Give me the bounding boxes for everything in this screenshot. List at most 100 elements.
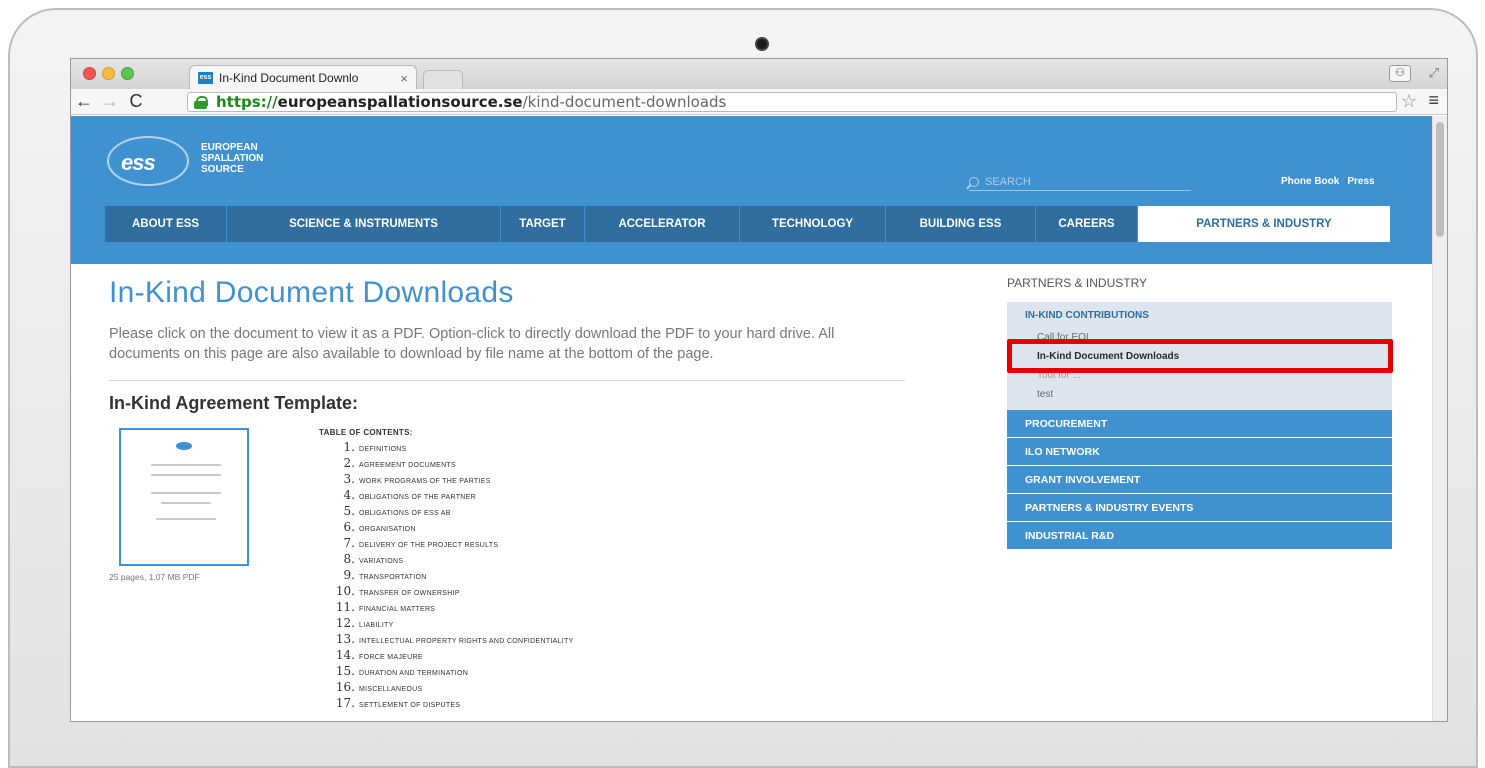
- toc-label: DEFINITIONS: [359, 446, 407, 453]
- section-title: In-Kind Agreement Template:: [109, 393, 359, 413]
- document-entry: 25 pages, 1.07 MB PDF TABLE OF CONTENTS:…: [109, 424, 909, 721]
- page-viewport: ess EUROPEAN SPALLATION SOURCE SEARCH Ph…: [71, 116, 1434, 721]
- browser-window: ess In-Kind Document Downlo × ⚇ ⤢ ← → C …: [70, 58, 1448, 722]
- site-search-input[interactable]: SEARCH: [969, 174, 1191, 191]
- toc-item: 5. OBLIGATIONS OF ESS AB: [319, 504, 739, 520]
- toc-label: LIABILITY: [359, 622, 394, 629]
- toc-item: 2. AGREEMENT DOCUMENTS: [319, 456, 739, 472]
- nav-science-instruments[interactable]: SCIENCE & INSTRUMENTS: [227, 206, 501, 242]
- nav-about-ess[interactable]: ABOUT ESS: [105, 206, 227, 242]
- press-link[interactable]: Press: [1347, 176, 1374, 187]
- toc-label: TRANSPORTATION: [359, 574, 427, 581]
- table-of-contents: TABLE OF CONTENTS: 1. DEFINITIONS 2. AGREEM…: [319, 428, 739, 712]
- toc-number: 11.: [335, 600, 355, 614]
- toc-item: 15. DURATION AND TERMINATION: [319, 664, 739, 680]
- toolbar: ← → C https:// europeanspallationsource.…: [71, 89, 1447, 115]
- thumbnail-line: [151, 474, 221, 476]
- logo-line: SOURCE: [201, 164, 244, 175]
- nav-partners-industry[interactable]: PARTNERS & INDUSTRY: [1138, 206, 1391, 242]
- toc-number: 15.: [335, 664, 355, 678]
- vertical-scrollbar[interactable]: [1432, 116, 1447, 721]
- toc-item: 13. INTELLECTUAL PROPERTY RIGHTS AND CONF…: [319, 632, 739, 648]
- hamburger-menu-icon[interactable]: ≡: [1428, 90, 1439, 111]
- search-icon: [969, 177, 979, 187]
- toc-label: DURATION AND TERMINATION: [359, 670, 469, 677]
- toc-label: AGREEMENT DOCUMENTS: [359, 462, 456, 469]
- browser-tab[interactable]: ess In-Kind Document Downlo ×: [189, 65, 417, 90]
- toc-label: ORGANISATION: [359, 526, 416, 533]
- sidebar-item-grant-involvement[interactable]: GRANT INVOLVEMENT: [1007, 466, 1392, 494]
- forward-button[interactable]: →: [97, 91, 123, 112]
- toc-number: 1.: [343, 440, 355, 454]
- divider: [109, 380, 905, 381]
- bookmark-star-icon[interactable]: ☆: [1401, 91, 1417, 112]
- toc-number: 6.: [343, 520, 355, 534]
- pdf-caption: 25 pages, 1.07 MB PDF: [109, 572, 200, 582]
- sidebar-item-events[interactable]: PARTNERS & INDUSTRY EVENTS: [1007, 494, 1392, 522]
- scrollbar-thumb[interactable]: [1436, 122, 1444, 237]
- toc-item: 14. FORCE MAJEURE: [319, 648, 739, 664]
- sidebar-heading: PARTNERS & INDUSTRY: [1007, 276, 1148, 290]
- profile-icon[interactable]: ⚇: [1389, 65, 1411, 82]
- toc-label: OBLIGATIONS OF THE PARTNER: [359, 494, 476, 501]
- toc-number: 7.: [343, 536, 355, 550]
- fullscreen-icon[interactable]: ⤢: [1429, 65, 1439, 81]
- highlight-box: [1007, 339, 1393, 373]
- sidebar-subitem-test[interactable]: test: [1007, 385, 1392, 404]
- nav-accelerator[interactable]: ACCELERATOR: [585, 206, 740, 242]
- toc-label: OBLIGATIONS OF ESS AB: [359, 510, 451, 517]
- address-bar[interactable]: https:// europeanspallationsource.se /ki…: [187, 92, 1397, 112]
- toc-number: 16.: [335, 680, 355, 694]
- toc-item: 1. DEFINITIONS: [319, 440, 739, 456]
- main-content: In-Kind Document Downloads Please click …: [109, 264, 909, 721]
- sidebar-item-industrial-rd[interactable]: INDUSTRIAL R&D: [1007, 522, 1392, 550]
- phone-book-link[interactable]: Phone Book: [1281, 176, 1339, 187]
- sidebar-item-ilo-network[interactable]: ILO NETWORK: [1007, 438, 1392, 466]
- toc-number: 13.: [335, 632, 355, 646]
- toc-number: 2.: [343, 456, 355, 470]
- toc-heading: TABLE OF CONTENTS:: [319, 428, 413, 437]
- thumbnail-line: [161, 502, 211, 504]
- tab-close-icon[interactable]: ×: [400, 71, 408, 86]
- webcam-icon: [755, 37, 769, 51]
- nav-target[interactable]: TARGET: [501, 206, 585, 242]
- toc-item: 17. SETTLEMENT OF DISPUTES: [319, 696, 739, 712]
- sidebar-item-in-kind-contributions[interactable]: IN-KIND CONTRIBUTIONS: [1007, 310, 1392, 328]
- url-path: /kind-document-downloads: [522, 93, 727, 111]
- sidebar-item-procurement[interactable]: PROCUREMENT: [1007, 410, 1392, 438]
- toc-label: MISCELLANEOUS: [359, 686, 423, 693]
- toc-item: 4. OBLIGATIONS OF THE PARTNER: [319, 488, 739, 504]
- toc-number: 8.: [343, 552, 355, 566]
- site-header: ess EUROPEAN SPALLATION SOURCE SEARCH Ph…: [71, 116, 1434, 264]
- toc-label: SETTLEMENT OF DISPUTES: [359, 702, 461, 709]
- toc-number: 10.: [335, 584, 355, 598]
- maximize-window-button[interactable]: [121, 67, 134, 80]
- toc-item: 9. TRANSPORTATION: [319, 568, 739, 584]
- reload-button[interactable]: C: [123, 91, 149, 112]
- toc-label: FORCE MAJEURE: [359, 654, 423, 661]
- toc-number: 17.: [335, 696, 355, 710]
- logo-line: SPALLATION: [201, 153, 264, 164]
- thumbnail-line: [151, 464, 221, 466]
- nav-technology[interactable]: TECHNOLOGY: [740, 206, 886, 242]
- toc-label: INTELLECTUAL PROPERTY RIGHTS AND CONFIDE…: [359, 638, 574, 645]
- toc-item: 16. MISCELLANEOUS: [319, 680, 739, 696]
- nav-building-ess[interactable]: BUILDING ESS: [886, 206, 1036, 242]
- pdf-thumbnail[interactable]: [119, 428, 249, 566]
- close-window-button[interactable]: [83, 67, 96, 80]
- url-scheme: https://: [216, 93, 278, 111]
- logo-wordmark[interactable]: EUROPEAN SPALLATION SOURCE: [201, 142, 263, 175]
- new-tab-button[interactable]: [423, 70, 463, 89]
- tab-title: In-Kind Document Downlo: [219, 71, 359, 85]
- toc-item: 10. TRANSFER OF OWNERSHIP: [319, 584, 739, 600]
- intro-text: Please click on the document to view it …: [109, 326, 835, 362]
- search-placeholder: SEARCH: [985, 176, 1031, 188]
- toc-number: 5.: [343, 504, 355, 518]
- toc-label: FINANCIAL MATTERS: [359, 606, 436, 613]
- minimize-window-button[interactable]: [102, 67, 115, 80]
- toc-number: 4.: [343, 488, 355, 502]
- back-button[interactable]: ←: [71, 91, 97, 112]
- toc-item: 12. LIABILITY: [319, 616, 739, 632]
- nav-careers[interactable]: CAREERS: [1036, 206, 1138, 242]
- toc-item: 3. WORK PROGRAMS OF THE PARTIES: [319, 472, 739, 488]
